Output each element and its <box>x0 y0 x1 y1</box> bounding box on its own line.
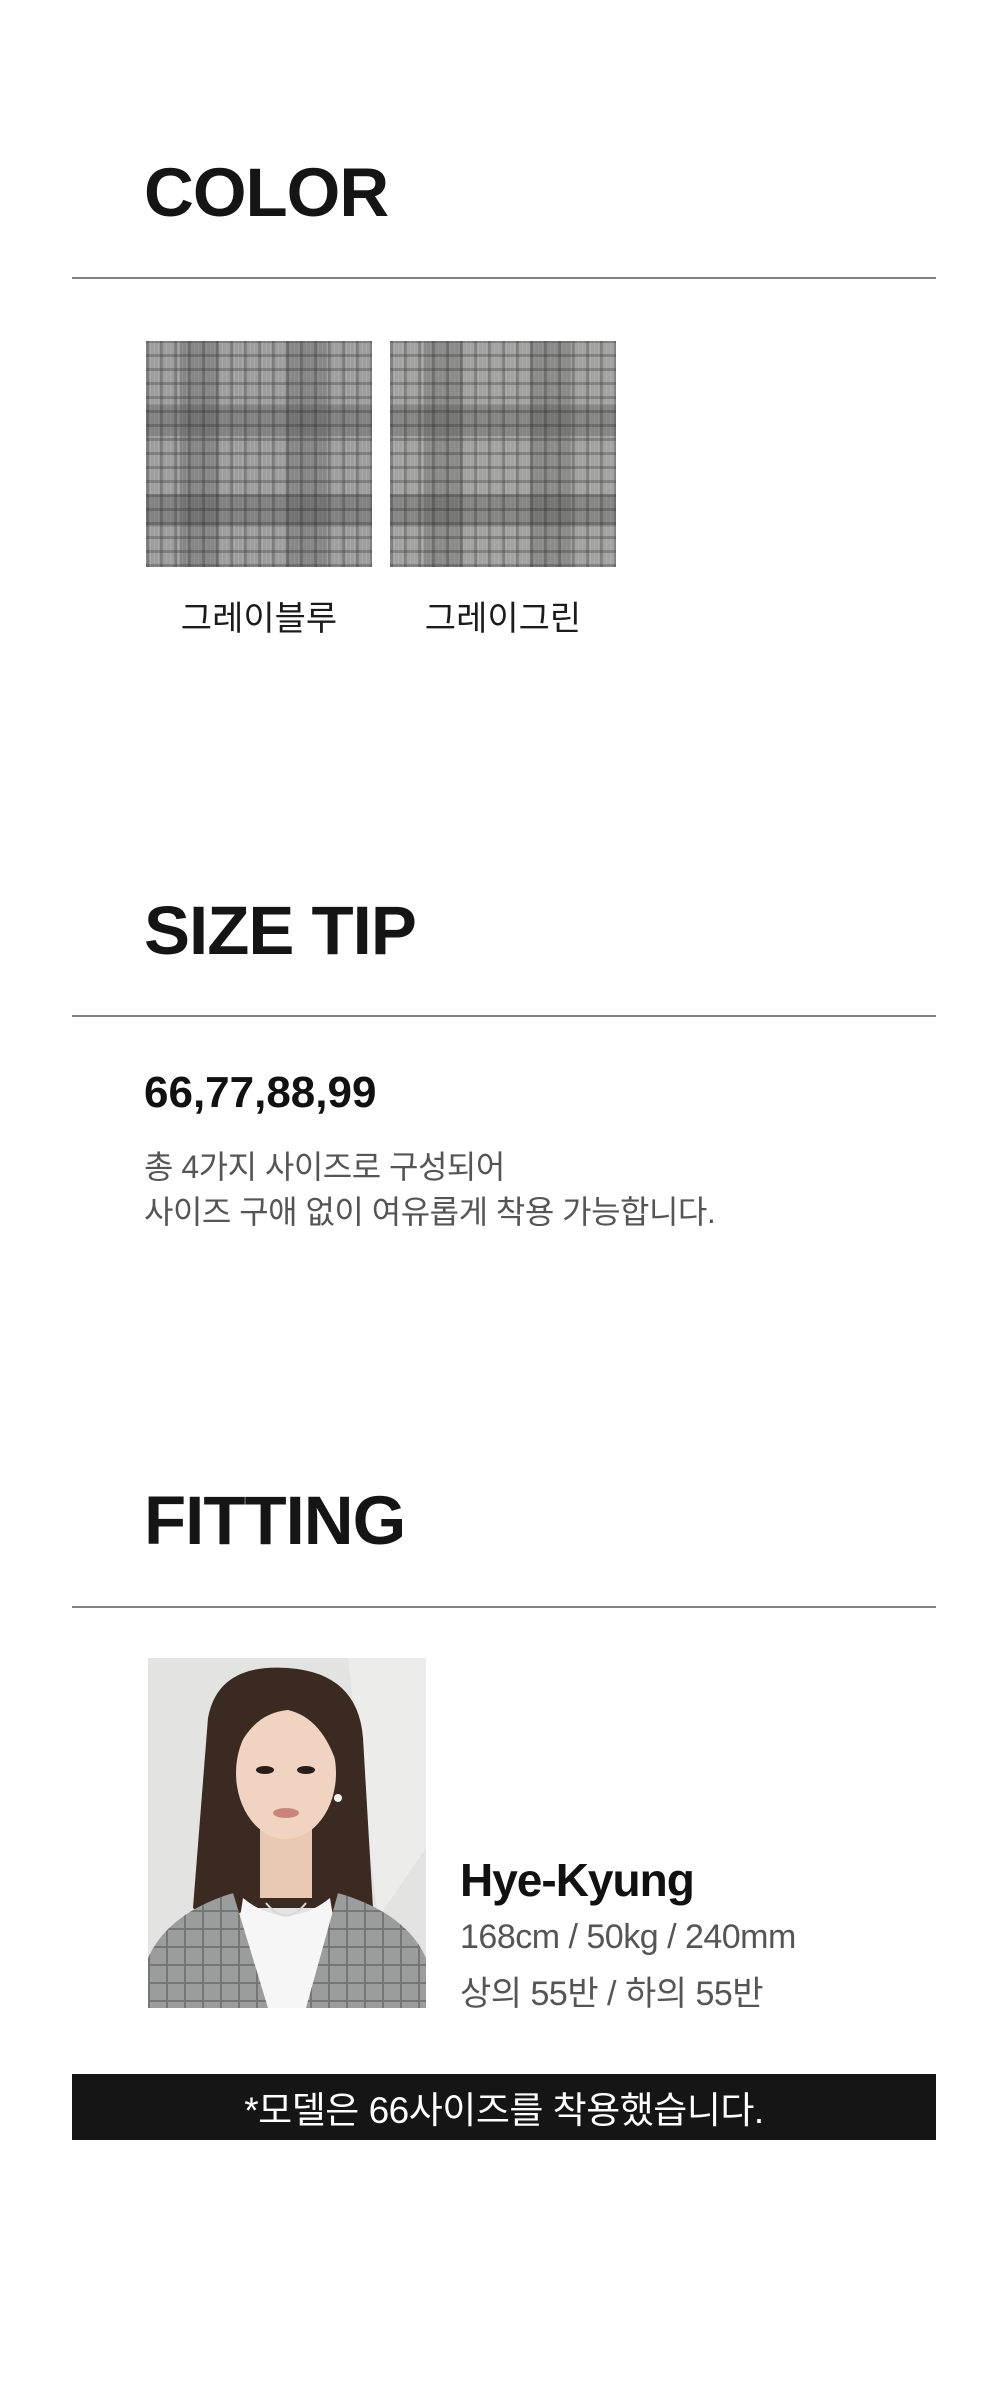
color-heading: COLOR <box>144 154 389 231</box>
size-divider <box>72 1015 936 1017</box>
swatch-label-gray-green: 그레이그린 <box>424 600 582 638</box>
fitting-divider <box>72 1606 936 1608</box>
notice-bar: *모델은 66사이즈를 착용했습니다. <box>72 2074 936 2140</box>
model-photo <box>148 1658 426 2008</box>
fitting-heading: FITTING <box>144 1482 406 1559</box>
notice-text: *모델은 66사이즈를 착용했습니다. <box>244 2090 764 2131</box>
swatch-label-gray-blue: 그레이블루 <box>180 600 338 638</box>
model-portrait-image <box>148 1658 426 2008</box>
size-description-line-2: 사이즈 구애 없이 여유롭게 착용 가능합니다. <box>144 1194 716 1230</box>
color-divider <box>72 277 936 279</box>
swatch-gray-blue <box>146 341 372 567</box>
size-tip-heading: SIZE TIP <box>144 892 417 969</box>
size-list: 66,77,88,99 <box>144 1068 377 1117</box>
model-name: Hye-Kyung <box>460 1854 695 1906</box>
size-description-line-1: 총 4가지 사이즈로 구성되어 <box>144 1149 505 1185</box>
model-stats: 168cm / 50kg / 240mm <box>460 1918 796 1956</box>
model-sizes: 상의 55반 / 하의 55반 <box>460 1975 764 2013</box>
swatch-gray-green <box>390 341 616 567</box>
